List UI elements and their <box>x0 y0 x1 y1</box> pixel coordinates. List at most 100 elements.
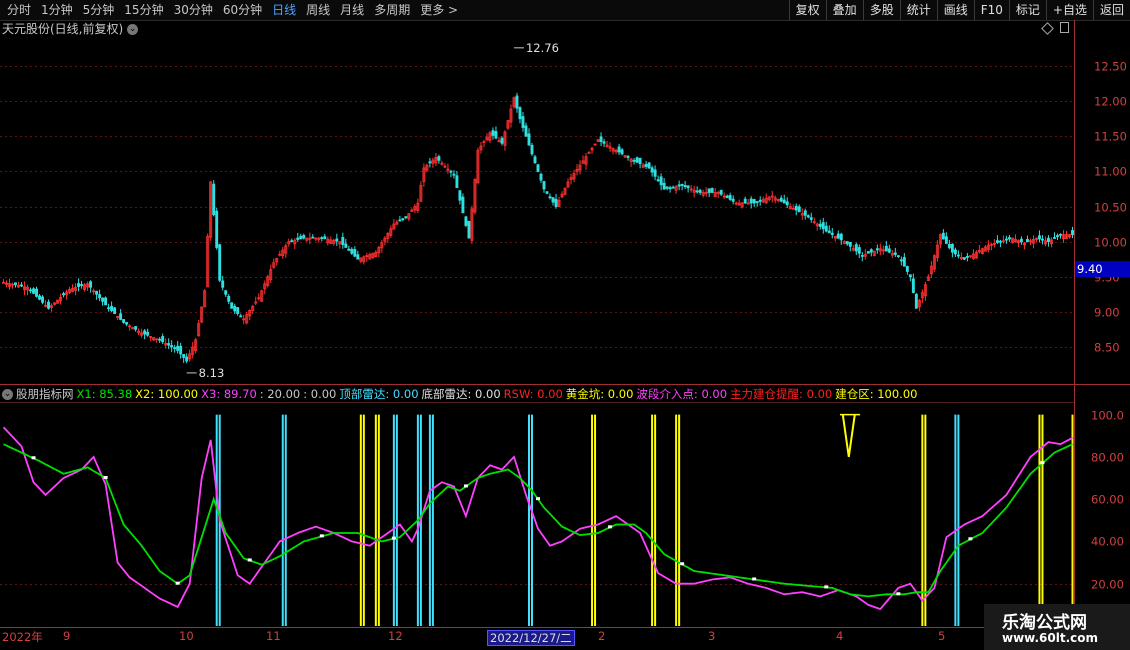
series-line-X1 <box>3 443 1073 598</box>
candle-body-164 <box>494 131 498 139</box>
candle-body-55 <box>167 343 171 346</box>
x1-marker-202 <box>608 525 613 529</box>
candle-body-331 <box>995 240 999 243</box>
legend-item-12: 建仓区: 100.00 <box>835 387 918 401</box>
candle-body-149 <box>449 170 453 173</box>
candle-body-98 <box>296 237 300 240</box>
legend-item-11: 主力建仓提醒: 0.00 <box>730 387 833 401</box>
indicator-menu-icon[interactable]: ⌄ <box>2 389 13 400</box>
candle-body-320 <box>962 257 966 260</box>
candle-body-205 <box>617 146 621 153</box>
candle-body-58 <box>176 345 180 351</box>
candle-body-56 <box>170 345 174 348</box>
candle-body-341 <box>1026 238 1029 243</box>
candle-body-111 <box>335 238 339 242</box>
candle-body-37 <box>113 307 117 314</box>
candle-body-298 <box>896 255 900 258</box>
candle-body-259 <box>779 197 783 202</box>
candle-body-221 <box>665 186 669 189</box>
candle-body-40 <box>122 319 126 323</box>
x1-marker-250 <box>752 577 757 581</box>
candle-body-281 <box>845 241 849 245</box>
candle-body-206 <box>620 149 624 155</box>
candle-body-180 <box>542 181 546 190</box>
x1-marker-322 <box>968 537 973 541</box>
yellow-dip <box>841 414 856 457</box>
candle-body-118 <box>356 254 360 260</box>
ind-tick-4: 100.0 <box>1091 409 1124 423</box>
candle-body-295 <box>887 248 891 253</box>
candle-body-247 <box>743 198 747 204</box>
candle-body-300 <box>902 257 906 267</box>
current-price-tag: 9.40 <box>1075 261 1130 277</box>
x1-marker-178 <box>536 497 540 501</box>
legend-item-6: 顶部雷达: 0.00 <box>339 387 419 401</box>
candle-body-13 <box>41 296 44 303</box>
candle-body-117 <box>353 249 357 257</box>
candle-body-183 <box>551 197 555 203</box>
candle-body-276 <box>830 232 834 235</box>
candle-body-154 <box>464 216 468 226</box>
candle-body-348 <box>1047 237 1050 243</box>
x1-marker-82 <box>247 558 252 562</box>
watermark-url: www.60lt.com <box>1002 631 1099 645</box>
candle-body-304 <box>914 293 918 309</box>
candle-body-175 <box>527 133 531 146</box>
candle-body-261 <box>785 201 789 206</box>
series-line-X3 <box>2 426 1073 611</box>
candle-body-214 <box>644 164 648 167</box>
candle-body-285 <box>857 247 861 254</box>
candle-body-173 <box>521 116 525 128</box>
candle-body-176 <box>530 144 534 155</box>
price-tick-6: 11.50 <box>1094 130 1127 144</box>
candle-body-153 <box>461 196 465 214</box>
candle-body-299 <box>899 259 903 262</box>
candle-body-77 <box>233 305 237 312</box>
x1-marker-10 <box>31 456 36 460</box>
date-label-0: 2022年 <box>2 630 43 644</box>
candle-body-151 <box>455 175 459 188</box>
candle-body-268 <box>806 215 810 218</box>
legend-item-2: X2: 100.00 <box>135 387 199 401</box>
candle-body-303 <box>911 278 915 293</box>
candle-body-4 <box>14 282 17 286</box>
candle-body-216 <box>650 167 654 173</box>
candle-body-72 <box>218 244 222 281</box>
candle-body-212 <box>638 157 642 165</box>
candle-body-219 <box>659 176 663 186</box>
candle-body-172 <box>518 107 522 120</box>
candle-body-29 <box>89 281 93 288</box>
selected-date: 2022/12/27/二 <box>487 630 575 646</box>
candle-body-31 <box>95 290 99 295</box>
legend-item-7: 底部雷达: 0.00 <box>421 387 501 401</box>
candle-body-47 <box>143 330 147 335</box>
candle-body-44 <box>134 326 138 330</box>
x1-marker-298 <box>896 592 901 596</box>
candle-body-211 <box>635 157 639 163</box>
candle-body-222 <box>668 187 672 190</box>
chart-canvas: 8.509.009.5010.0010.5011.0011.5012.0012.… <box>0 20 1130 628</box>
candle-body-208 <box>626 156 630 158</box>
candle-body-57 <box>173 347 177 350</box>
price-tick-0: 8.50 <box>1094 341 1120 355</box>
candle-body-142 <box>428 161 432 164</box>
candle-body-335 <box>1007 237 1011 240</box>
date-label-2: 10 <box>179 629 194 643</box>
candle-body-181 <box>545 191 549 194</box>
legend-item-3: X3: 89.70 <box>201 387 257 401</box>
candle-body-294 <box>884 245 888 252</box>
candle-body-166 <box>500 137 504 144</box>
date-label-3: 11 <box>266 629 281 643</box>
candle-body-34 <box>104 297 108 306</box>
candle-body-33 <box>101 297 105 302</box>
price-tick-5: 11.00 <box>1094 165 1127 179</box>
candle-body-252 <box>758 199 762 202</box>
ind-tick-1: 40.00 <box>1091 535 1124 549</box>
candle-body-231 <box>695 190 699 193</box>
ind-tick-2: 60.00 <box>1091 493 1124 507</box>
candle-body-345 <box>1038 235 1041 240</box>
candle-body-59 <box>179 345 183 355</box>
date-label-7: 4 <box>836 629 844 643</box>
candle-body-236 <box>710 188 714 193</box>
watermark: 乐淘公式网 www.60lt.com <box>984 604 1130 650</box>
